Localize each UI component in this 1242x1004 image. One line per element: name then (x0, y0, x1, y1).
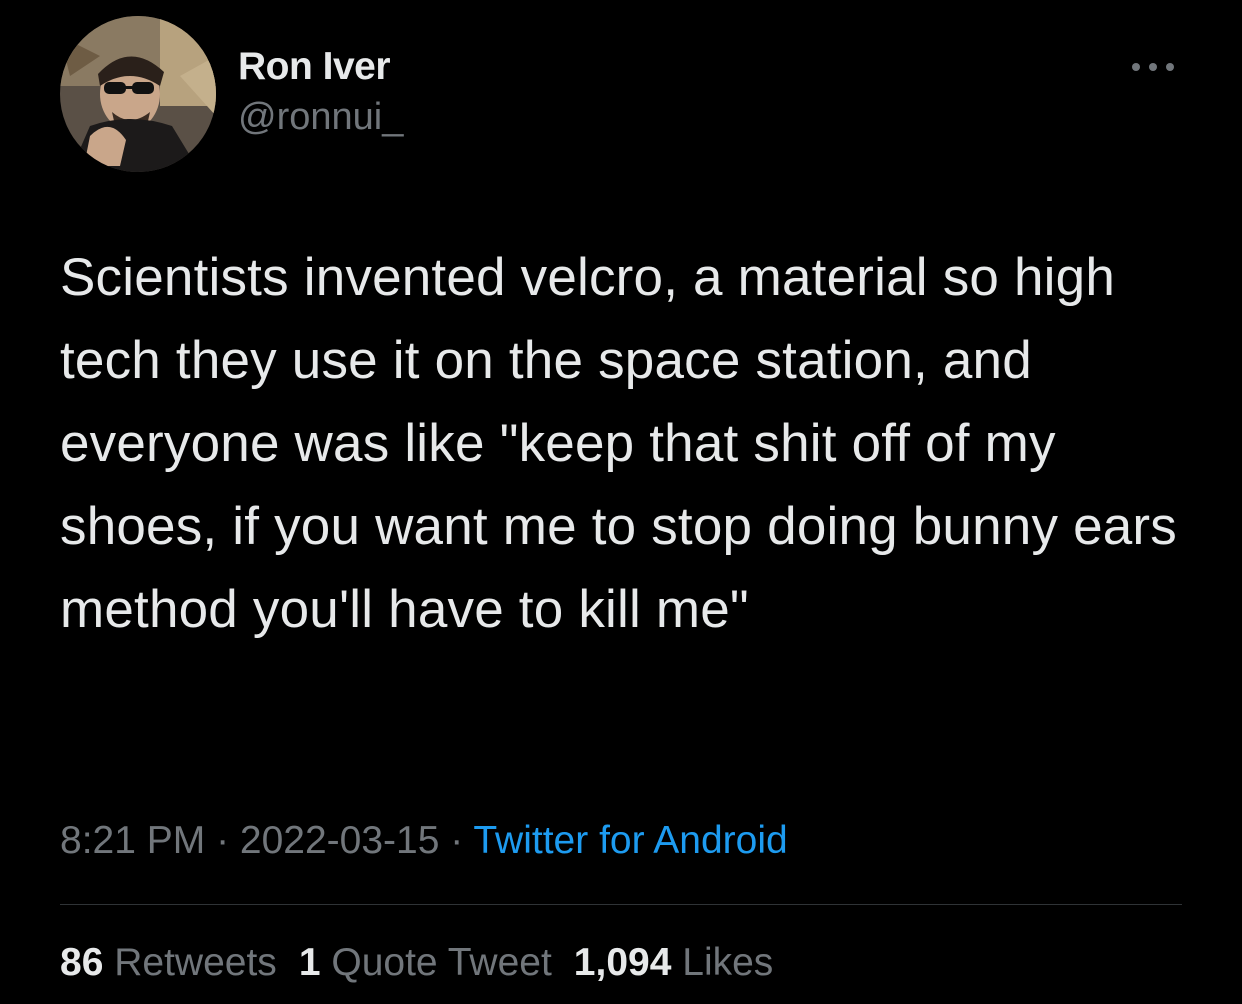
tweet-meta: 8:21 PM · 2022-03-15 · Twitter for Andro… (60, 814, 788, 868)
divider (60, 904, 1182, 905)
meta-separator: · (439, 819, 474, 862)
author-names: Ron Iver @ronnui_ (238, 44, 403, 140)
quotes-count: 1 (298, 941, 321, 984)
tweet-stats: 86 Retweets 1 Quote Tweet 1,094 Likes (60, 936, 795, 990)
tweet-detail: Ron Iver @ronnui_ Scientists invented ve… (0, 0, 1242, 1004)
quote-tweets-stat[interactable]: 1 Quote Tweet (299, 936, 552, 990)
meta-separator: · (205, 819, 240, 862)
tweet-source-link[interactable]: Twitter for Android (473, 819, 787, 862)
avatar[interactable] (60, 16, 216, 172)
likes-count: 1,094 (573, 941, 672, 984)
tweet-date[interactable]: 2022-03-15 (240, 819, 440, 862)
user-handle[interactable]: @ronnui_ (238, 94, 403, 140)
profile-photo-icon (60, 16, 216, 172)
tweet-header: Ron Iver @ronnui_ (60, 16, 1182, 172)
likes-stat[interactable]: 1,094 Likes (574, 936, 774, 990)
retweets-count: 86 (60, 941, 104, 984)
retweets-label: Retweets (114, 941, 277, 984)
quotes-label: Quote Tweet (331, 941, 552, 984)
more-horizontal-icon[interactable] (1130, 60, 1176, 74)
tweet-time[interactable]: 8:21 PM (60, 819, 205, 862)
display-name[interactable]: Ron Iver (238, 44, 403, 90)
tweet-text: Scientists invented velcro, a material s… (60, 248, 1192, 639)
likes-label: Likes (682, 941, 774, 984)
retweets-stat[interactable]: 86 Retweets (60, 936, 277, 990)
